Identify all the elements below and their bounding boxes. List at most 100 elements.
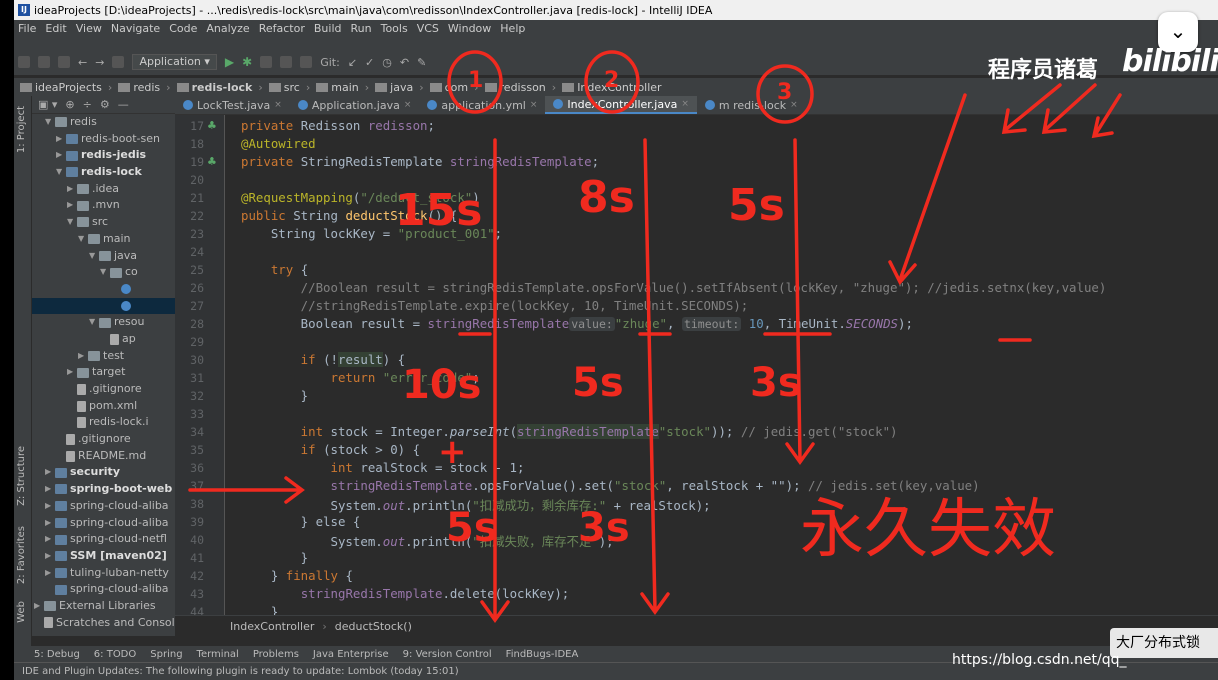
tree-node[interactable]: .gitignore (32, 381, 175, 398)
settings-icon[interactable]: ⚙ (100, 98, 110, 111)
menu-item-navigate[interactable]: Navigate (111, 22, 160, 35)
debug-icon[interactable]: ✱ (242, 55, 252, 69)
menu-item-window[interactable]: Window (448, 22, 491, 35)
bottom-tool-tab[interactable]: Spring (150, 649, 182, 660)
build-icon[interactable] (112, 56, 125, 68)
nav-crumb-8[interactable]: IndexController (562, 81, 662, 94)
nav-crumb-5[interactable]: java (375, 81, 413, 94)
tree-node[interactable]: ▶ tuling-luban-netty (32, 565, 175, 582)
menu-item-build[interactable]: Build (314, 22, 342, 35)
collapsed-arrow-icon[interactable]: ▶ (45, 565, 55, 582)
editor-tab[interactable]: LockTest.java × (175, 96, 290, 114)
locate-icon[interactable]: ⊕ (65, 98, 74, 111)
tree-node[interactable]: ▶ target (32, 364, 175, 381)
tree-node[interactable]: spring-cloud-aliba (32, 581, 175, 598)
stop-icon[interactable] (300, 56, 313, 68)
spring-bean-icon[interactable]: ♣ (207, 119, 217, 132)
menu-item-tools[interactable]: Tools (381, 22, 408, 35)
nav-crumb-3[interactable]: src (268, 81, 300, 94)
code-area[interactable]: private Redisson redisson; @Autowired pr… (227, 115, 1218, 619)
collapsed-arrow-icon[interactable]: ▶ (67, 364, 77, 381)
project-tool-tab[interactable]: 1: Project (16, 106, 27, 153)
collapsed-arrow-icon[interactable]: ▶ (67, 181, 77, 198)
project-view-select[interactable]: ▣ ▾ (38, 98, 57, 111)
git-update-icon[interactable]: ↙ (348, 56, 357, 69)
profile-icon[interactable] (280, 56, 293, 68)
nav-crumb-7[interactable]: redisson (484, 81, 546, 94)
expanded-arrow-icon[interactable]: ▼ (56, 164, 66, 181)
breadcrumb-class[interactable]: IndexController (230, 620, 314, 633)
breadcrumb-method[interactable]: deductStock() (335, 620, 412, 633)
tree-node[interactable]: ▼ resou (32, 314, 175, 331)
tree-node[interactable]: ▼ java (32, 248, 175, 265)
bottom-tool-tab[interactable]: FindBugs-IDEA (506, 649, 579, 660)
forward-icon[interactable]: → (95, 56, 104, 69)
nav-crumb-1[interactable]: redis (118, 81, 160, 94)
tree-node[interactable]: ap (32, 331, 175, 348)
tree-node[interactable]: Scratches and Consol (32, 615, 175, 632)
tree-node[interactable]: README.md (32, 448, 175, 465)
tree-node[interactable]: ▼ src (32, 214, 175, 231)
tree-node[interactable]: redis-lock.i (32, 414, 175, 431)
expanded-arrow-icon[interactable]: ▼ (78, 231, 88, 248)
history-icon[interactable]: ◷ (382, 56, 392, 69)
open-icon[interactable] (18, 56, 30, 68)
spring-bean-icon[interactable]: ♣ (207, 155, 217, 168)
git-commit-icon[interactable]: ✓ (365, 56, 374, 69)
menu-item-analyze[interactable]: Analyze (206, 22, 249, 35)
bottom-tool-tab[interactable]: 9: Version Control (403, 649, 492, 660)
collapsed-arrow-icon[interactable]: ▶ (67, 197, 77, 214)
editor-tab[interactable]: m redis-lock × (697, 96, 806, 114)
tree-node[interactable]: ▶ security (32, 464, 175, 481)
tree-node[interactable]: ▶ External Libraries (32, 598, 175, 615)
tree-node[interactable]: ▼ redis-lock (32, 164, 175, 181)
save-icon[interactable] (38, 56, 50, 68)
back-icon[interactable]: ← (78, 56, 87, 69)
expanded-arrow-icon[interactable]: ▼ (89, 314, 99, 331)
menu-item-file[interactable]: File (18, 22, 36, 35)
menu-item-vcs[interactable]: VCS (417, 22, 439, 35)
editor-tab[interactable]: Application.java × (290, 96, 420, 114)
bottom-tool-tab[interactable]: Terminal (197, 649, 239, 660)
menu-item-view[interactable]: View (76, 22, 102, 35)
wrench-icon[interactable]: ✎ (417, 56, 426, 69)
expanded-arrow-icon[interactable]: ▼ (45, 114, 55, 131)
close-icon[interactable]: × (681, 99, 689, 109)
bottom-tool-tab[interactable]: Problems (253, 649, 299, 660)
bottom-tool-tab[interactable]: 5: Debug (34, 649, 80, 660)
structure-tool-tab[interactable]: Z: Structure (16, 446, 27, 506)
collapsed-arrow-icon[interactable]: ▶ (34, 598, 44, 615)
menu-item-edit[interactable]: Edit (45, 22, 66, 35)
menu-item-run[interactable]: Run (351, 22, 372, 35)
run-configuration-select[interactable]: Application ▾ (132, 54, 217, 70)
collapsed-arrow-icon[interactable]: ▶ (45, 548, 55, 565)
tree-node[interactable]: ▶ .idea (32, 181, 175, 198)
web-tool-tab[interactable]: Web (16, 601, 27, 623)
tree-node[interactable]: ▶ SSM [maven02] (32, 548, 175, 565)
tree-node[interactable]: ▶ spring-cloud-aliba (32, 498, 175, 515)
tree-node[interactable]: ▶ redis-jedis (32, 147, 175, 164)
nav-crumb-0[interactable]: ideaProjects (20, 81, 102, 94)
coverage-icon[interactable] (260, 56, 273, 68)
sync-icon[interactable] (58, 56, 70, 68)
collapsed-arrow-icon[interactable]: ▶ (78, 348, 88, 365)
expanded-arrow-icon[interactable]: ▼ (67, 214, 77, 231)
collapsed-arrow-icon[interactable]: ▶ (45, 515, 55, 532)
close-icon[interactable]: × (274, 100, 282, 110)
tree-node[interactable]: ▶ test (32, 348, 175, 365)
collapsed-arrow-icon[interactable]: ▶ (45, 498, 55, 515)
editor-tab[interactable]: IndexController.java × (545, 96, 697, 114)
tree-node[interactable]: ▶ redis-boot-sen (32, 131, 175, 148)
menu-item-code[interactable]: Code (169, 22, 197, 35)
tree-node[interactable]: ▼ redis (32, 114, 175, 131)
tree-node[interactable]: ▼ main (32, 231, 175, 248)
close-icon[interactable]: × (790, 100, 798, 110)
menu-item-refactor[interactable]: Refactor (259, 22, 305, 35)
tree-node[interactable] (32, 281, 175, 298)
close-icon[interactable]: × (530, 100, 538, 110)
close-icon[interactable]: × (404, 100, 412, 110)
run-icon[interactable]: ▶ (225, 55, 234, 69)
bottom-tool-tab[interactable]: Java Enterprise (313, 649, 389, 660)
tree-node[interactable]: ▶ .mvn (32, 197, 175, 214)
tree-node[interactable]: pom.xml (32, 398, 175, 415)
